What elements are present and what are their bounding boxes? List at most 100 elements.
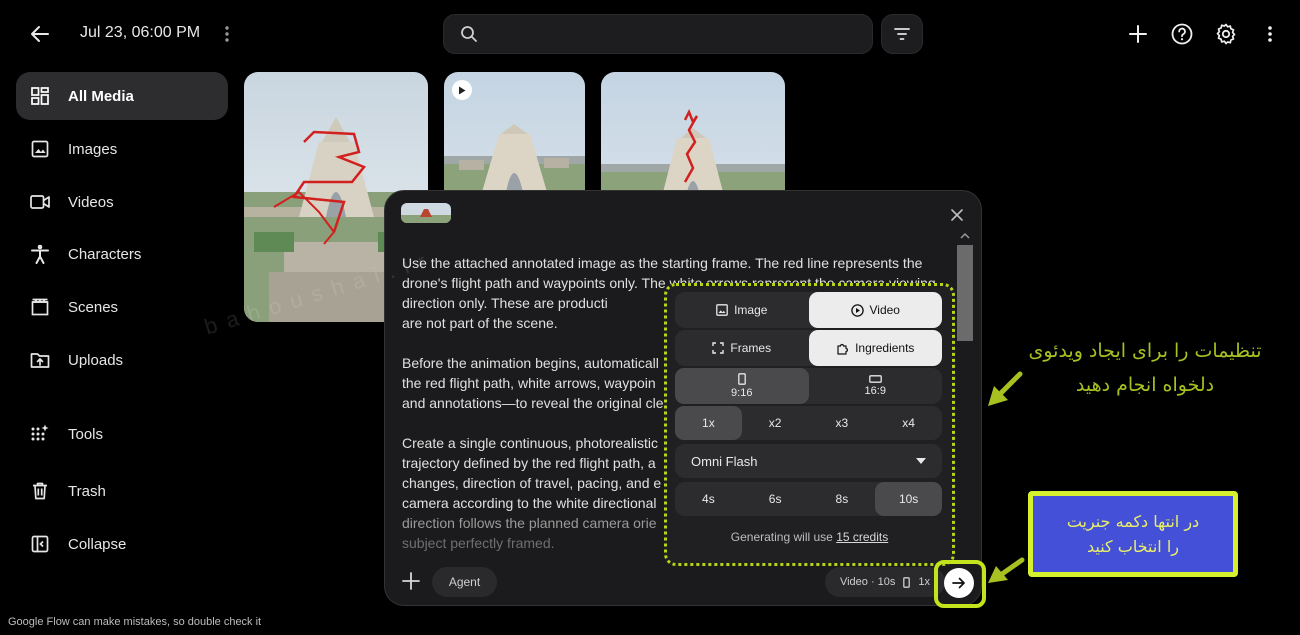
count-option[interactable]: x2 (742, 406, 809, 440)
sidebar-item-label: Images (68, 140, 118, 158)
annotation-line: را انتخاب کنید (1087, 537, 1180, 556)
count-option[interactable]: 1x (675, 406, 742, 440)
add-attachment-button[interactable] (399, 569, 423, 593)
duration-option[interactable]: 4s (675, 482, 742, 516)
videocam-icon (30, 192, 50, 212)
prompt-line: Before the animation begins, automatical… (402, 355, 659, 371)
collapse-panel-icon (30, 534, 50, 554)
person-icon (30, 244, 50, 264)
filter-button[interactable] (881, 14, 923, 54)
puzzle-icon (836, 342, 849, 355)
add-icon[interactable] (1124, 20, 1152, 48)
summary-text: Video · 10s (839, 576, 896, 588)
ratio-9-16-option[interactable]: 9:16 (675, 368, 809, 404)
prompt-line: and annotations—to reveal the original c… (402, 395, 664, 411)
image-icon (716, 304, 728, 316)
gear-icon[interactable] (1212, 20, 1240, 48)
generate-button[interactable] (944, 568, 974, 598)
duration-option[interactable]: 8s (809, 482, 876, 516)
mode-image-option[interactable]: Image (675, 292, 809, 328)
agent-button[interactable]: Agent (432, 567, 497, 597)
model-select[interactable]: Omni Flash (675, 444, 942, 478)
more-vert-icon[interactable] (1258, 20, 1282, 48)
annotation-arrow (986, 556, 1026, 586)
prompt-line: camera according to the white directiona… (402, 495, 657, 511)
sidebar-item-scenes[interactable]: Scenes (16, 283, 228, 331)
generation-summary-chip[interactable]: Video · 10s 1x (825, 567, 945, 597)
annotation-line: در انتها دکمه جنریت (1066, 512, 1200, 531)
credits-link[interactable]: 15 credits (836, 530, 888, 544)
sidebar-item-label: Collapse (68, 535, 127, 553)
prompt-line: subject perfectly framed. (402, 535, 555, 551)
more-vert-icon[interactable] (216, 20, 238, 48)
sidebar-item-all-media[interactable]: All Media (16, 72, 228, 120)
option-label: 9:16 (731, 387, 753, 399)
prompt-line: changes, direction of travel, pacing, an… (402, 475, 662, 491)
search-input[interactable] (443, 14, 873, 54)
mode-video-option[interactable]: Video (808, 292, 942, 328)
ratio-16-9-option[interactable]: 16:9 (809, 368, 943, 404)
sidebar-item-label: Characters (68, 245, 142, 263)
filter-icon (894, 28, 910, 40)
summary-count: 1x (918, 576, 931, 588)
ingredients-option[interactable]: Ingredients (808, 330, 942, 366)
mode-toggle: Image Video (675, 292, 942, 328)
image-icon (30, 139, 50, 159)
dashboard-icon (30, 86, 50, 106)
sidebar-item-label: Uploads (68, 351, 124, 369)
attached-image-thumbnail[interactable] (401, 203, 451, 223)
prompt-line: trajectory defined by the red flight pat… (402, 455, 656, 471)
search-icon (460, 25, 478, 43)
sidebar-item-trash[interactable]: Trash (16, 467, 228, 515)
disclaimer-text: Google Flow can make mistakes, so double… (8, 616, 262, 628)
duration-toggle: 4s 6s 8s 10s (675, 482, 942, 516)
close-icon[interactable] (947, 205, 967, 225)
project-date: Jul 23, 06:00 PM (80, 24, 201, 41)
sidebar-item-label: Scenes (68, 298, 119, 316)
credits-info: Generating will use 15 credits (667, 530, 952, 544)
portrait-ratio-icon (737, 373, 746, 385)
sidebar-item-collapse[interactable]: Collapse (16, 520, 228, 568)
sidebar-item-videos[interactable]: Videos (16, 178, 228, 226)
annotation-line: دلخواه انجام دهید (1075, 374, 1215, 396)
sidebar-item-label: Tools (68, 425, 104, 443)
duration-option[interactable]: 10s (875, 482, 942, 516)
play-icon (452, 80, 472, 100)
model-label: Omni Flash (691, 453, 758, 469)
count-option[interactable]: x3 (809, 406, 876, 440)
duration-option[interactable]: 6s (742, 482, 809, 516)
generation-settings-popover: Image Video Frames Ingredients 9:16 16:9… (664, 283, 955, 566)
sidebar-item-uploads[interactable]: Uploads (16, 336, 228, 384)
sidebar-item-tools[interactable]: Tools (16, 410, 228, 458)
option-label: Frames (730, 341, 772, 355)
frame-corners-icon (712, 342, 725, 354)
annotation-line: تنظیمات را برای ایجاد ویدئوی (1028, 340, 1262, 362)
option-label: Video (869, 303, 900, 317)
prompt-line: are not part of the scene. (402, 315, 558, 331)
back-arrow-icon[interactable] (22, 18, 58, 50)
frames-option[interactable]: Frames (675, 330, 809, 366)
sidebar-item-characters[interactable]: Characters (16, 230, 228, 278)
prompt-line: the red flight path, white arrows, waypo… (402, 375, 656, 391)
caret-down-icon (916, 458, 926, 464)
trash-icon (30, 481, 50, 501)
landscape-ratio-icon (868, 375, 882, 383)
prompt-line: Create a single continuous, photorealist… (402, 435, 659, 451)
output-count-toggle: 1x x2 x3 x4 (675, 406, 942, 440)
portrait-ratio-icon (903, 576, 911, 588)
aspect-ratio-toggle: 9:16 16:9 (675, 368, 942, 404)
sidebar-item-images[interactable]: Images (16, 125, 228, 173)
play-circle-icon (850, 303, 864, 317)
option-label: Ingredients (855, 341, 915, 355)
help-icon[interactable] (1168, 20, 1196, 48)
tools-grid-icon (30, 424, 50, 444)
source-type-toggle: Frames Ingredients (675, 330, 942, 366)
upload-folder-icon (30, 350, 50, 370)
option-label: Image (734, 303, 768, 317)
scrollbar-thumb[interactable] (957, 245, 973, 341)
sidebar-item-label: Trash (68, 482, 106, 500)
count-option[interactable]: x4 (875, 406, 942, 440)
sidebar-item-label: Videos (68, 193, 114, 211)
prompt-line: direction follows the planned camera ori… (402, 515, 657, 531)
arrow-right-icon (952, 576, 966, 590)
